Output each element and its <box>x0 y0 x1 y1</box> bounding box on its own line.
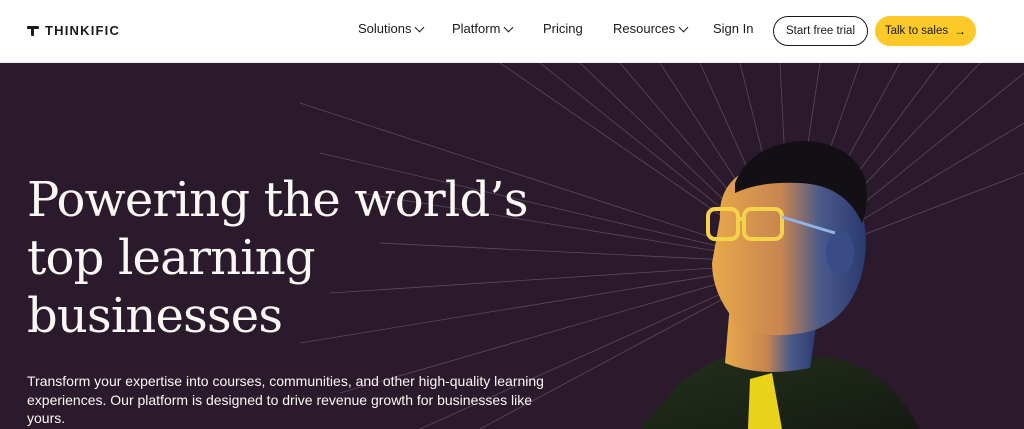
arrow-right-icon: → <box>954 24 967 38</box>
chevron-down-icon <box>415 22 425 32</box>
headline-line: Powering the world’s <box>27 172 529 228</box>
menu-solutions-label: Solutions <box>358 21 412 36</box>
menu-solutions[interactable]: Solutions <box>358 21 425 36</box>
menu-platform[interactable]: Platform <box>452 21 514 36</box>
menu-platform-label: Platform <box>452 21 501 36</box>
hero-headline: Powering the world’s top learning busine… <box>27 171 587 345</box>
menu-sign-in[interactable]: Sign In <box>713 21 753 36</box>
menu-pricing[interactable]: Pricing <box>543 21 583 36</box>
talk-to-sales-label: Talk to sales <box>884 25 949 37</box>
chevron-down-icon <box>678 22 689 32</box>
hero-person-image <box>640 141 920 429</box>
start-free-trial-button[interactable]: Start free trial <box>773 16 868 46</box>
brand-name: THINKIFIC <box>45 23 121 38</box>
headline-line: businesses <box>27 288 283 344</box>
menu-sign-in-label: Sign In <box>713 21 754 36</box>
start-free-trial-label: Start free trial <box>785 25 856 37</box>
hero-subtitle: Transform your expertise into courses, c… <box>27 373 544 426</box>
hero-section: Powering the world’s top learning busine… <box>0 63 1024 429</box>
thinkific-logo-icon <box>27 25 39 37</box>
menu-pricing-label: Pricing <box>543 21 583 36</box>
menu-resources[interactable]: Resources <box>613 21 689 36</box>
brand-logo[interactable]: THINKIFIC <box>27 23 120 38</box>
chevron-down-icon <box>503 22 514 32</box>
talk-to-sales-button[interactable]: Talk to sales → <box>875 16 976 46</box>
headline-line: top learning <box>27 230 316 286</box>
top-navigation: THINKIFIC Solutions Platform Pricing Res… <box>0 0 1024 63</box>
menu-resources-label: Resources <box>613 21 676 36</box>
